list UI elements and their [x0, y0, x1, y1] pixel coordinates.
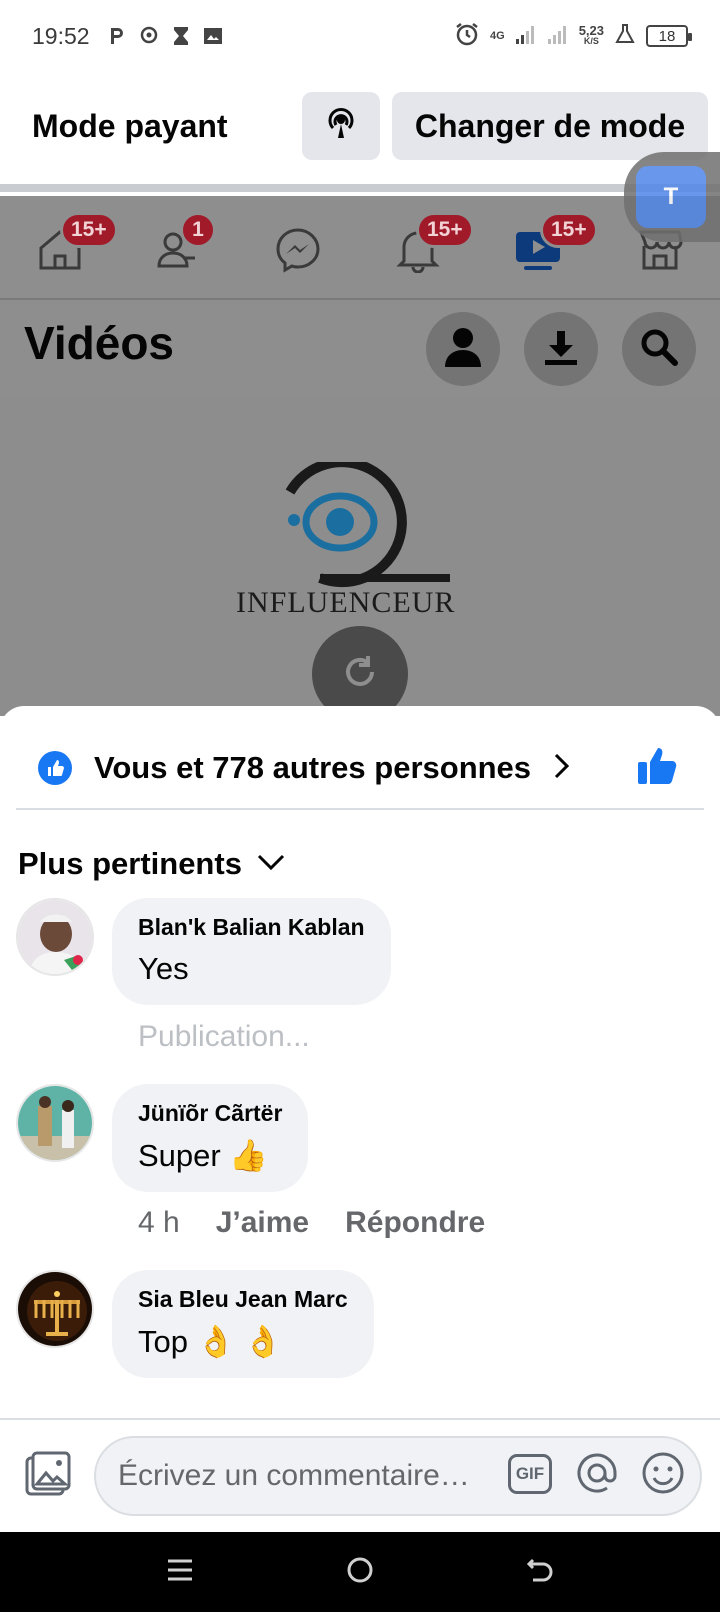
home-nav-button[interactable]	[338, 1550, 382, 1594]
mention-button[interactable]	[574, 1452, 620, 1498]
sheet-divider	[16, 808, 704, 810]
tab-badge: 15+	[60, 212, 118, 248]
comment-reply-button[interactable]: Répondre	[345, 1206, 485, 1240]
messenger-icon	[274, 226, 322, 279]
comment-actions: 4 h J’aime Répondre	[138, 1206, 485, 1240]
network-speed: 5,23 K/S	[578, 23, 604, 46]
download-icon	[541, 327, 581, 372]
comment-author[interactable]: Blan'k Balian Kablan	[138, 914, 365, 941]
translate-icon: T	[636, 166, 706, 228]
add-photo-button[interactable]	[20, 1448, 76, 1504]
back-nav-button[interactable]	[518, 1550, 562, 1594]
battery-indicator: 18	[646, 25, 692, 47]
chat-notification-icon	[138, 25, 160, 47]
tab-home[interactable]: 15+	[32, 212, 118, 280]
parking-icon	[106, 25, 128, 47]
gif-button[interactable]: GIF	[508, 1454, 552, 1494]
sort-label: Plus pertinents	[18, 846, 242, 881]
download-button[interactable]	[524, 312, 598, 386]
profile-icon	[443, 325, 483, 374]
influenceur-logo	[280, 457, 450, 597]
influenceur-logo-text: INFLUENCEUR	[236, 586, 456, 619]
avatar[interactable]	[16, 898, 94, 976]
comment-time: 4 h	[138, 1206, 180, 1239]
comment-author[interactable]: Jünïõr Cãrtër	[138, 1100, 282, 1127]
broadcast-button[interactable]	[302, 92, 380, 160]
emoji-button[interactable]	[640, 1452, 686, 1498]
hourglass-icon	[170, 25, 192, 47]
lab-flask-icon	[614, 23, 636, 50]
comment-input-placeholder: Écrivez un commentaire…	[118, 1459, 470, 1492]
search-icon	[639, 327, 679, 372]
home-circle-icon	[345, 1555, 375, 1590]
tab-friends[interactable]: 1	[148, 212, 216, 280]
replay-icon	[338, 650, 382, 699]
tab-video[interactable]: 15+	[510, 212, 598, 280]
comment-text: Yes	[138, 951, 189, 986]
comments-sheet: Vous et 778 autres personnes Plus pertin…	[0, 706, 720, 1542]
videos-page-title: Vidéos	[24, 317, 174, 369]
comment-status: Publication...	[138, 1020, 310, 1053]
header-divider	[0, 180, 720, 192]
comment-input[interactable]: Écrivez un commentaire… GIF	[94, 1436, 702, 1516]
at-icon	[575, 1451, 619, 1500]
chevron-right-icon	[553, 752, 571, 785]
status-time: 19:52	[32, 22, 90, 49]
comment-composer: Écrivez un commentaire… GIF	[0, 1418, 720, 1532]
tab-bar: 15+ 1 15+ 15+	[0, 196, 720, 300]
menu-nav-button[interactable]	[158, 1550, 202, 1594]
search-button[interactable]	[622, 312, 696, 386]
translate-floating-widget[interactable]: T	[624, 152, 720, 242]
avatar[interactable]	[16, 1270, 94, 1348]
comment-bubble[interactable]: Jünïõr Cãrtër Super 👍	[112, 1084, 309, 1192]
tab-messenger[interactable]	[270, 224, 326, 280]
sort-dropdown[interactable]: Plus pertinents	[18, 846, 286, 882]
reactions-summary[interactable]: Vous et 778 autres personnes	[38, 742, 678, 794]
signal-icon	[515, 23, 537, 50]
menu-icon	[165, 1555, 195, 1590]
change-mode-button[interactable]: Changer de mode	[392, 92, 708, 160]
background-app: 15+ 1 15+ 15+ Vidéos INFLUENCEUR	[0, 196, 720, 716]
comment-author[interactable]: Sia Bleu Jean Marc	[138, 1286, 348, 1313]
status-bar: 19:52 4G 5,23 K/S 18	[0, 0, 720, 72]
system-navigation-bar	[0, 1532, 720, 1612]
replay-button[interactable]	[312, 626, 408, 716]
comment-like-button[interactable]: J’aime	[216, 1206, 309, 1240]
comment-bubble[interactable]: Blan'k Balian Kablan Yes	[112, 898, 391, 1005]
tab-badge: 15+	[416, 212, 474, 248]
image-notification-icon	[202, 25, 224, 47]
comment-bubble[interactable]: Sia Bleu Jean Marc Top 👌 👌	[112, 1270, 374, 1378]
alarm-icon	[454, 21, 480, 52]
network-type: 4G	[490, 29, 505, 42]
tab-badge: 15+	[540, 212, 598, 248]
comment-text: Top 👌 👌	[138, 1324, 283, 1359]
mode-title: Mode payant	[32, 108, 228, 144]
comment-text: Super 👍	[138, 1138, 268, 1173]
smiley-icon	[641, 1451, 685, 1500]
like-reaction-icon	[38, 751, 72, 785]
photo-icon	[23, 1450, 73, 1503]
profile-button[interactable]	[426, 312, 500, 386]
chevron-down-icon	[256, 853, 286, 876]
mode-bar: Mode payant Changer de mode	[0, 72, 720, 180]
reactions-summary-text: Vous et 778 autres personnes	[94, 750, 532, 785]
signal-icon-2	[547, 23, 569, 50]
broadcast-icon	[323, 106, 359, 147]
tab-badge: 1	[180, 212, 216, 248]
back-icon	[525, 1555, 555, 1590]
like-button-icon[interactable]	[636, 746, 678, 791]
avatar[interactable]	[16, 1084, 94, 1162]
tab-notifications[interactable]: 15+	[390, 212, 474, 280]
